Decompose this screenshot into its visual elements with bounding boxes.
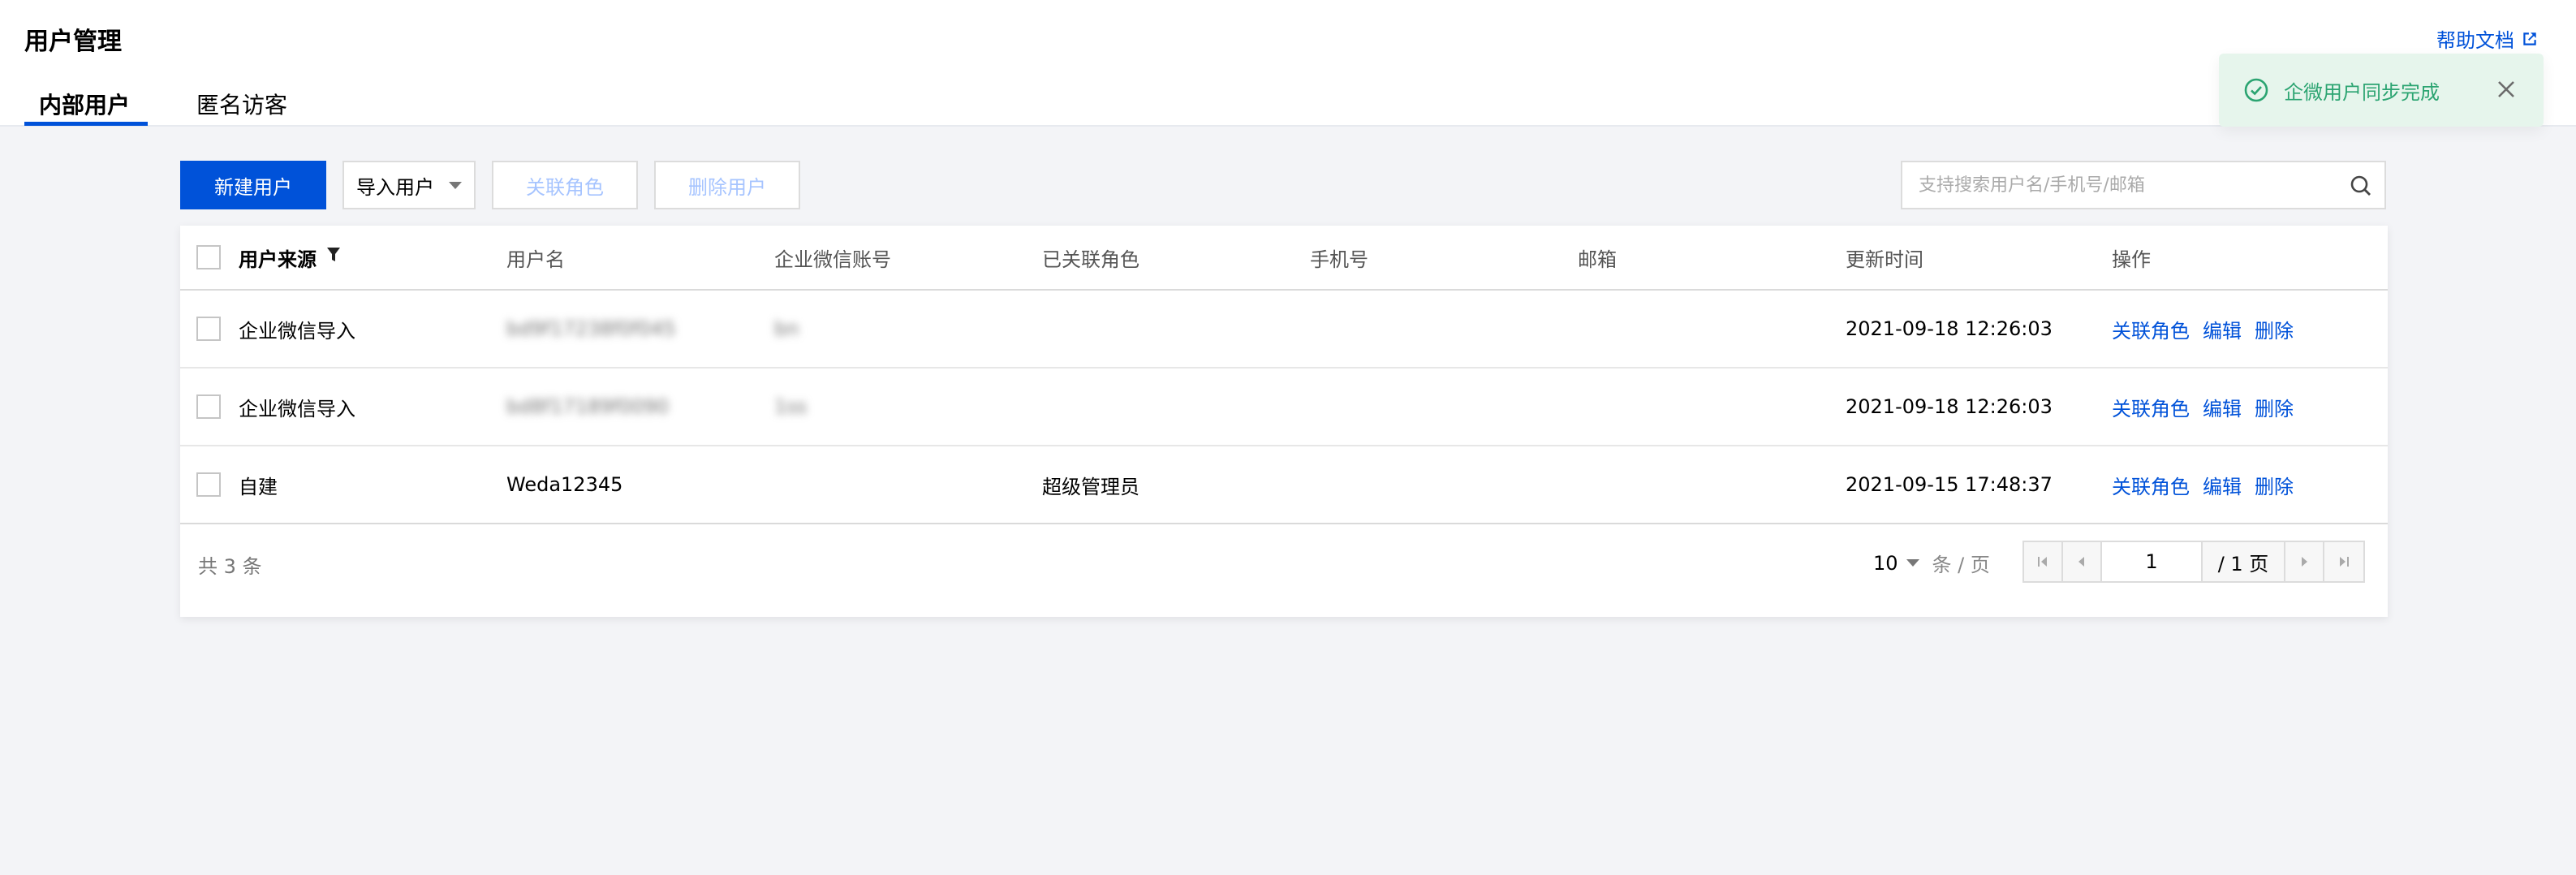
tab-internal-users[interactable]: 内部用户 <box>39 88 130 120</box>
table-row: 自建 Weda12345 超级管理员 2021-09-15 17:48:37 关… <box>180 446 2388 524</box>
edit-action[interactable]: 编辑 <box>2203 315 2242 343</box>
cell-actions: 关联角色 编辑 删除 <box>2112 369 2307 445</box>
total-pages: / 1 页 <box>2203 542 2285 581</box>
search-box <box>1901 161 2386 209</box>
link-role-action[interactable]: 关联角色 <box>2112 315 2190 343</box>
cell-linked-roles: 超级管理员 <box>1042 475 1139 498</box>
cell-username: Weda12345 <box>506 473 623 496</box>
caret-down-icon <box>1906 559 1919 567</box>
last-page-button[interactable] <box>2324 542 2363 581</box>
row-checkbox[interactable] <box>196 317 221 341</box>
next-page-icon <box>2302 557 2307 567</box>
last-page-icon <box>2340 557 2349 567</box>
page-size-value: 10 <box>1873 551 1898 575</box>
table-header: 用户来源 用户名 企业微信账号 已关联角色 手机号 邮箱 更新时间 操作 <box>180 226 2388 291</box>
tab-anonymous-visitors[interactable]: 匿名访客 <box>196 88 287 120</box>
column-header-linked-roles: 已关联角色 <box>1042 248 1139 271</box>
cell-source: 企业微信导入 <box>239 319 355 343</box>
select-all-checkbox[interactable] <box>196 245 221 269</box>
success-toast: 企微用户同步完成 <box>2219 54 2544 127</box>
delete-action[interactable]: 删除 <box>2255 393 2294 421</box>
page-title: 用户管理 <box>24 28 122 56</box>
pagination: 1 / 1 页 <box>2022 541 2365 583</box>
cell-username: bd9f17238f0f045 <box>506 317 676 340</box>
cell-actions: 关联角色 编辑 删除 <box>2112 446 2307 523</box>
table-row: 企业微信导入 bd9f17238f0f045 bn 2021-09-18 12:… <box>180 291 2388 369</box>
edit-action[interactable]: 编辑 <box>2203 393 2242 421</box>
column-header-phone: 手机号 <box>1310 248 1368 271</box>
prev-page-button[interactable] <box>2063 542 2102 581</box>
prev-page-icon <box>2078 557 2084 567</box>
next-page-button[interactable] <box>2285 542 2324 581</box>
cell-wework-account: 1ss <box>774 395 808 418</box>
filter-icon[interactable] <box>326 247 341 263</box>
column-header-actions: 操作 <box>2112 248 2151 271</box>
cell-updated-time: 2021-09-18 12:26:03 <box>1846 317 2053 340</box>
page-number-input[interactable]: 1 <box>2102 542 2203 581</box>
new-user-button[interactable]: 新建用户 <box>180 161 326 209</box>
caret-down-icon <box>449 181 462 189</box>
column-header-username: 用户名 <box>506 248 565 271</box>
active-tab-indicator <box>24 122 148 126</box>
delete-action[interactable]: 删除 <box>2255 471 2294 499</box>
column-header-email: 邮箱 <box>1578 248 1617 271</box>
column-header-source: 用户来源 <box>239 226 341 289</box>
cell-updated-time: 2021-09-18 12:26:03 <box>1846 395 2053 418</box>
close-icon[interactable] <box>2493 76 2519 102</box>
cell-updated-time: 2021-09-15 17:48:37 <box>1846 473 2053 496</box>
import-user-label: 导入用户 <box>356 175 434 199</box>
help-docs-link[interactable]: 帮助文档 <box>2436 24 2539 53</box>
first-page-button[interactable] <box>2024 542 2063 581</box>
cell-actions: 关联角色 编辑 删除 <box>2112 291 2307 367</box>
row-checkbox[interactable] <box>196 394 221 419</box>
total-count: 共 3 条 <box>198 555 262 578</box>
cell-source: 企业微信导入 <box>239 397 355 420</box>
user-table-card: 用户来源 用户名 企业微信账号 已关联角色 手机号 邮箱 更新时间 操作 企业微… <box>180 226 2388 617</box>
column-header-wework-account: 企业微信账号 <box>774 248 891 271</box>
link-role-action[interactable]: 关联角色 <box>2112 471 2190 499</box>
search-icon[interactable] <box>2349 174 2373 198</box>
import-user-dropdown[interactable]: 导入用户 <box>342 161 476 209</box>
column-header-updated-time: 更新时间 <box>1846 248 1923 271</box>
link-role-button[interactable]: 关联角色 <box>492 161 638 209</box>
first-page-icon <box>2038 557 2047 567</box>
top-header: 用户管理 帮助文档 内部用户 匿名访客 <box>0 0 2576 127</box>
check-circle-icon <box>2244 78 2268 102</box>
help-docs-label: 帮助文档 <box>2436 29 2514 52</box>
row-checkbox[interactable] <box>196 472 221 497</box>
external-link-icon <box>2523 32 2536 45</box>
toast-message: 企微用户同步完成 <box>2284 80 2440 104</box>
page-size-unit: 条 / 页 <box>1932 554 1990 576</box>
delete-user-button[interactable]: 删除用户 <box>654 161 800 209</box>
delete-action[interactable]: 删除 <box>2255 315 2294 343</box>
cell-username: bd8f17189f0090 <box>506 395 670 418</box>
cell-source: 自建 <box>239 475 278 498</box>
page-size-select[interactable]: 10 条 / 页 <box>1873 549 1990 577</box>
cell-wework-account: bn <box>774 317 799 340</box>
edit-action[interactable]: 编辑 <box>2203 471 2242 499</box>
table-row: 企业微信导入 bd8f17189f0090 1ss 2021-09-18 12:… <box>180 369 2388 446</box>
search-input[interactable] <box>1919 175 2341 196</box>
link-role-action[interactable]: 关联角色 <box>2112 393 2190 421</box>
